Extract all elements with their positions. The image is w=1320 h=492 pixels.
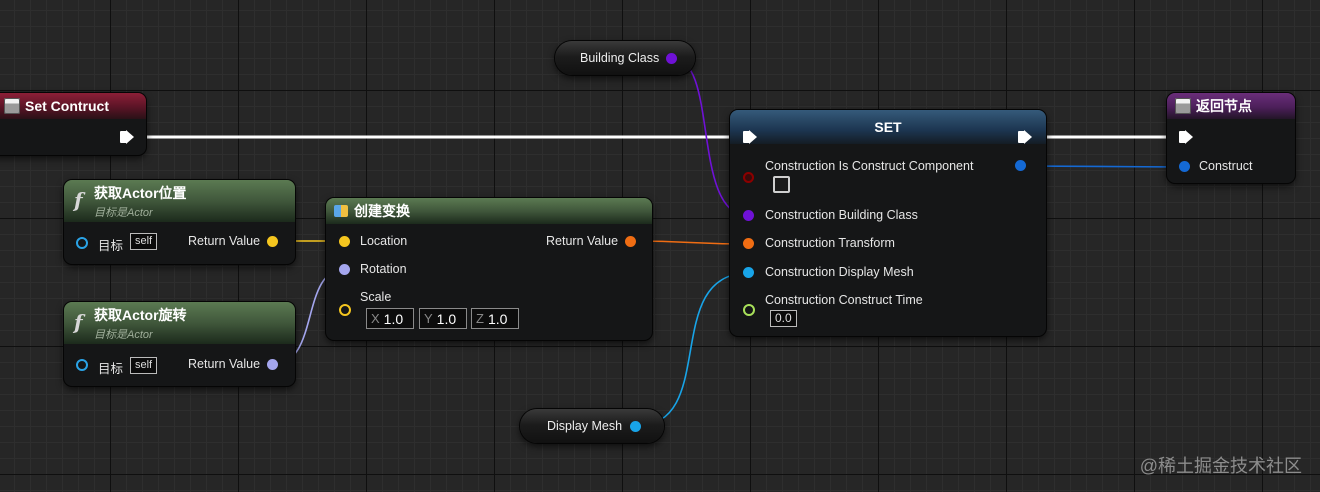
watermark: @稀土掘金技术社区 — [1139, 456, 1302, 476]
event-node-set-contruct[interactable]: Set Contruct — [0, 93, 146, 155]
target-label: 目标 — [98, 239, 124, 253]
building-class-pin[interactable] — [743, 210, 754, 221]
target-self-box[interactable]: self — [130, 357, 158, 374]
transform-label: Construction Transform — [765, 236, 895, 250]
display-mesh-pin[interactable] — [743, 267, 754, 278]
get-location-subtitle: 目标是Actor — [94, 206, 153, 219]
is-construct-component-output-pin[interactable] — [1015, 160, 1026, 171]
construct-time-pin[interactable] — [743, 304, 755, 316]
location-input-pin[interactable] — [339, 236, 350, 247]
construct-input-pin[interactable] — [1179, 161, 1190, 172]
return-value-label: Return Value — [188, 357, 261, 371]
get-location-title: 获取Actor位置 — [94, 184, 187, 201]
return-exec-in-pin[interactable] — [1179, 129, 1193, 145]
make-transform-icon — [334, 205, 348, 217]
get-rotation-subtitle: 目标是Actor — [94, 328, 153, 341]
transform-pin[interactable] — [743, 238, 754, 249]
scale-label: Scale — [360, 290, 392, 304]
make-transform-title: 创建变换 — [354, 203, 410, 219]
function-icon: f — [74, 188, 83, 212]
set-exec-out-pin[interactable] — [1018, 129, 1032, 145]
get-rotation-title: 获取Actor旋转 — [94, 306, 187, 323]
target-pin[interactable] — [76, 359, 88, 371]
building-class-variable-node[interactable]: Building Class — [555, 41, 695, 75]
return-node-icon — [1175, 98, 1191, 114]
set-node[interactable]: SET Construction Is Construct Component … — [730, 110, 1046, 336]
target-pin[interactable] — [76, 237, 88, 249]
building-class-label: Construction Building Class — [765, 208, 918, 222]
display-mesh-output-pin[interactable] — [630, 421, 641, 432]
return-value-transform-pin[interactable] — [625, 236, 636, 247]
return-node-title: 返回节点 — [1196, 98, 1252, 114]
set-node-title: SET — [874, 119, 902, 135]
make-transform-node[interactable]: 创建变换 Location Return Value Rotation Scal… — [326, 198, 652, 340]
scale-z-field[interactable]: Z 1.0 — [471, 308, 519, 329]
display-mesh-variable-node[interactable]: Display Mesh — [520, 409, 664, 443]
get-actor-rotation-node[interactable]: f 获取Actor旋转 目标是Actor 目标 self Return Valu… — [64, 302, 295, 386]
display-mesh-variable-label: Display Mesh — [547, 419, 623, 433]
set-exec-in-pin[interactable] — [743, 129, 757, 145]
construct-label: Construct — [1199, 159, 1253, 173]
is-construct-component-checkbox[interactable] — [773, 176, 790, 193]
building-class-variable-label: Building Class — [580, 51, 660, 65]
return-value-vector-pin[interactable] — [267, 236, 278, 247]
construct-time-field[interactable]: 0.0 — [770, 310, 797, 327]
is-construct-component-pin[interactable] — [743, 172, 754, 183]
scale-input-pin[interactable] — [339, 304, 351, 316]
get-actor-location-node[interactable]: f 获取Actor位置 目标是Actor 目标 self Return Valu… — [64, 180, 295, 264]
rotation-label: Rotation — [360, 262, 407, 276]
event-node-title: Set Contruct — [25, 98, 109, 114]
construct-time-label: Construction Construct Time — [765, 293, 923, 307]
return-node[interactable]: 返回节点 Construct — [1167, 93, 1295, 183]
event-node-icon — [4, 98, 20, 114]
function-icon: f — [74, 310, 83, 334]
rotation-input-pin[interactable] — [339, 264, 350, 275]
return-value-rotator-pin[interactable] — [267, 359, 278, 370]
target-label: 目标 — [98, 362, 124, 376]
scale-y-field[interactable]: Y 1.0 — [419, 308, 467, 329]
is-construct-component-label: Construction Is Construct Component — [765, 159, 974, 173]
exec-out-pin[interactable] — [120, 129, 134, 145]
display-mesh-label: Construction Display Mesh — [765, 265, 914, 279]
return-value-label: Return Value — [546, 234, 619, 248]
target-self-box[interactable]: self — [130, 233, 158, 250]
scale-x-field[interactable]: X 1.0 — [366, 308, 414, 329]
building-class-output-pin[interactable] — [666, 53, 677, 64]
return-value-label: Return Value — [188, 234, 261, 248]
location-label: Location — [360, 234, 408, 248]
